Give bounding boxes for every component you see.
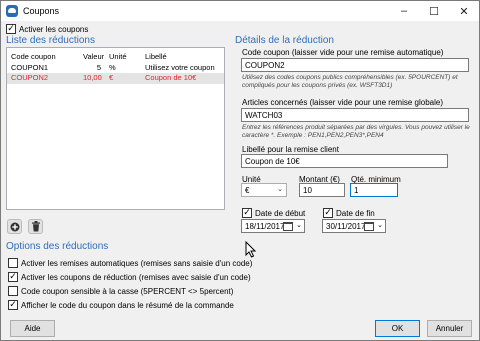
- row-label: Utilisez votre coupon: [145, 63, 215, 72]
- mouse-cursor-icon: [245, 241, 256, 258]
- chevron-down-icon[interactable]: ⌄: [296, 221, 302, 229]
- column-header-code[interactable]: Code coupon: [11, 52, 56, 61]
- row-label: Coupon de 10€: [145, 73, 197, 82]
- column-header-unit[interactable]: Unité: [109, 52, 127, 61]
- table-row-selected[interactable]: COUPON2 10,00 € Coupon de 10€: [7, 73, 224, 84]
- chevron-down-icon: ⌄: [277, 186, 283, 193]
- trash-icon: [31, 221, 40, 232]
- row-unit: %: [109, 63, 116, 72]
- title-bar: Coupons – ☐ ✕: [1, 1, 479, 21]
- coupon-codes-label: Activer les coupons de réduction (remise…: [21, 273, 251, 282]
- start-date-label: Date de début: [255, 209, 306, 218]
- articles-field[interactable]: WATCH03: [241, 108, 469, 122]
- row-unit: €: [109, 73, 114, 82]
- auto-discount-label: Activer les remises automatiques (remise…: [21, 259, 253, 268]
- client-label-label: Libellé pour la remise client: [242, 145, 339, 154]
- plus-icon: [10, 222, 19, 231]
- help-button[interactable]: Aide: [10, 320, 55, 337]
- coupon-codes-checkbox[interactable]: ✓: [8, 272, 18, 282]
- ok-button[interactable]: OK: [375, 320, 420, 337]
- unit-select-value: €: [245, 186, 250, 195]
- amount-field[interactable]: 10: [299, 183, 345, 197]
- min-qty-field[interactable]: 1: [350, 183, 398, 197]
- case-sensitive-checkbox[interactable]: [8, 286, 18, 296]
- discount-list[interactable]: Code coupon Valeur Unité Libellé COUPON1…: [6, 47, 225, 210]
- articles-label: Articles concernés (laisser vide pour un…: [242, 98, 443, 107]
- calendar-icon[interactable]: [283, 222, 293, 231]
- end-date-picker[interactable]: 30/11/2017 ⌄: [322, 219, 386, 233]
- start-date-picker[interactable]: 18/11/2017 ⌄: [241, 219, 305, 233]
- delete-discount-button[interactable]: [28, 219, 43, 234]
- coupon-code-field[interactable]: COUPON2: [241, 58, 469, 72]
- client-label-field[interactable]: Coupon de 10€: [241, 154, 448, 168]
- close-icon[interactable]: ✕: [449, 1, 479, 21]
- row-code: COUPON2: [11, 73, 49, 82]
- app-icon: [6, 5, 18, 17]
- unit-select[interactable]: € ⌄: [241, 183, 287, 197]
- chevron-down-icon[interactable]: ⌄: [377, 221, 383, 229]
- activate-coupons-checkbox[interactable]: ✓: [6, 24, 16, 34]
- show-code-summary-checkbox[interactable]: ✓: [8, 300, 18, 310]
- window-title: Coupons: [23, 6, 60, 16]
- end-date-label: Date de fin: [336, 209, 375, 218]
- discount-list-title: Liste des réductions: [6, 35, 95, 46]
- add-discount-button[interactable]: [7, 219, 22, 234]
- row-value: 10,00: [83, 73, 102, 82]
- show-code-summary-label: Afficher le code du coupon dans le résum…: [21, 301, 234, 310]
- activate-coupons-label: Activer les coupons: [19, 25, 89, 34]
- list-header: Code coupon Valeur Unité Libellé: [7, 52, 224, 63]
- cancel-button[interactable]: Annuler: [427, 320, 472, 337]
- start-date-checkbox[interactable]: ✓: [242, 208, 252, 218]
- case-sensitive-label: Code coupon sensible à la casse (5PERCEN…: [21, 287, 234, 296]
- column-header-label[interactable]: Libellé: [145, 52, 167, 61]
- row-code: COUPON1: [11, 63, 49, 72]
- minimize-icon[interactable]: –: [389, 1, 419, 21]
- coupon-code-label: Code coupon (laisser vide pour une remis…: [242, 48, 444, 57]
- articles-hint: Entrez les références produit séparées p…: [242, 124, 470, 139]
- start-date-value: 18/11/2017: [245, 222, 285, 231]
- options-title: Options des réductions: [6, 241, 109, 252]
- details-title: Détails de la réduction: [235, 35, 334, 46]
- maximize-icon[interactable]: ☐: [419, 1, 449, 21]
- coupon-code-hint: Utilisez des codes coupons publics compr…: [242, 74, 458, 89]
- coupons-window: Coupons – ☐ ✕ ✓ Activer les coupons List…: [0, 0, 480, 341]
- calendar-icon[interactable]: [364, 222, 374, 231]
- end-date-checkbox[interactable]: ✓: [323, 208, 333, 218]
- end-date-value: 30/11/2017: [326, 222, 366, 231]
- column-header-value[interactable]: Valeur: [83, 52, 104, 61]
- auto-discount-checkbox[interactable]: [8, 258, 18, 268]
- row-value: 5: [96, 63, 101, 72]
